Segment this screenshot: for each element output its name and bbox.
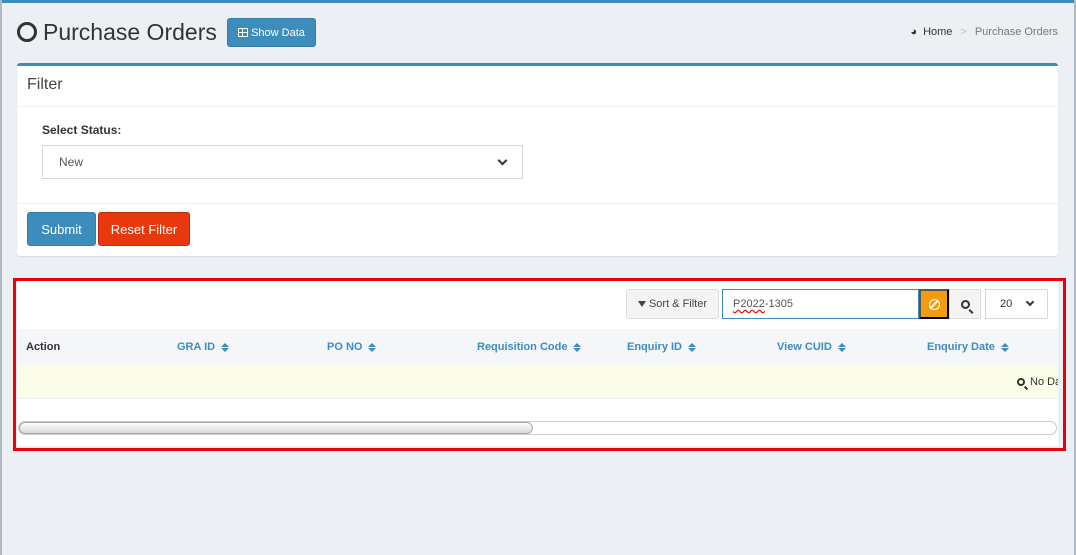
sort-icon xyxy=(688,342,697,352)
show-data-label: Show Data xyxy=(251,26,305,39)
show-data-button[interactable]: Show Data xyxy=(227,18,316,47)
column-header-action: Action xyxy=(26,329,60,365)
breadcrumb-home[interactable]: ◕ Home xyxy=(910,26,952,38)
column-label: GRA ID xyxy=(177,341,216,353)
submit-button[interactable]: Submit xyxy=(27,212,96,246)
breadcrumb-home-label: Home xyxy=(923,26,953,38)
column-label: PO NO xyxy=(327,341,363,353)
chevron-down-icon xyxy=(1025,297,1035,307)
page-header: Purchase Orders xyxy=(17,17,217,47)
dashboard-icon: ◕ xyxy=(910,26,918,38)
sort-icon xyxy=(573,342,582,352)
filter-title: Filter xyxy=(17,66,1058,107)
page-title: Purchase Orders xyxy=(43,18,217,45)
sort-icon xyxy=(1000,342,1009,352)
column-label: Requisition Code xyxy=(477,341,568,353)
column-header-requisition-code[interactable]: Requisition Code xyxy=(477,329,582,365)
column-label: Enquiry Date xyxy=(927,341,995,353)
circle-icon xyxy=(17,22,37,42)
search-value-spellchecked: P2022 xyxy=(733,298,765,310)
column-header-enquiry-id[interactable]: Enquiry ID xyxy=(627,329,697,365)
column-header-enquiry-date[interactable]: Enquiry Date xyxy=(927,329,1009,365)
breadcrumb: ◕ Home > Purchase Orders xyxy=(910,26,1058,38)
no-data-message: No Data xyxy=(1017,365,1058,399)
page-size-value: 20 xyxy=(1000,298,1013,310)
column-label: Action xyxy=(26,341,61,353)
data-panel: Sort & Filter P2022 -1305 20 Action GRA I… xyxy=(17,281,1058,446)
search-icon xyxy=(1017,378,1025,386)
chevron-down-icon xyxy=(497,155,508,165)
status-select[interactable]: New xyxy=(42,145,523,179)
search-button[interactable] xyxy=(949,289,981,319)
column-header-gra-id[interactable]: GRA ID xyxy=(177,329,230,365)
table-icon xyxy=(238,28,249,37)
filter-icon xyxy=(637,301,646,307)
clear-search-button[interactable] xyxy=(919,289,949,319)
column-header-po-no[interactable]: PO NO xyxy=(327,329,377,365)
filter-footer-divider xyxy=(17,203,1058,204)
sort-filter-button[interactable]: Sort & Filter xyxy=(626,289,719,319)
reset-filter-button[interactable]: Reset Filter xyxy=(98,212,190,246)
sort-icon xyxy=(837,342,846,352)
filter-panel: Filter Select Status: New Submit Reset F… xyxy=(17,63,1058,256)
sort-icon xyxy=(221,342,230,352)
breadcrumb-separator: > xyxy=(960,26,967,38)
column-label: View CUID xyxy=(777,341,832,353)
horizontal-scrollbar[interactable] xyxy=(18,421,1057,435)
table-header: Action GRA ID PO NO Requisition Code Enq… xyxy=(17,329,1058,365)
status-select-value: New xyxy=(59,155,84,169)
sort-icon xyxy=(368,342,377,352)
table-row-empty: No Data xyxy=(17,365,1058,399)
column-header-view-cuid[interactable]: View CUID xyxy=(777,329,846,365)
page-size-select[interactable]: 20 xyxy=(985,289,1048,319)
left-window-edge xyxy=(0,0,2,555)
top-accent-bar xyxy=(0,0,1076,3)
column-label: Enquiry ID xyxy=(627,341,683,353)
search-icon xyxy=(960,299,970,309)
ban-icon xyxy=(928,298,940,310)
breadcrumb-current: Purchase Orders xyxy=(974,26,1058,38)
search-input[interactable]: P2022 -1305 xyxy=(722,289,919,319)
no-data-label: No Data xyxy=(1030,376,1058,388)
status-label: Select Status: xyxy=(42,123,122,137)
sort-filter-label: Sort & Filter xyxy=(648,298,708,310)
scrollbar-thumb[interactable] xyxy=(19,422,533,434)
search-value-rest: -1305 xyxy=(764,298,793,310)
